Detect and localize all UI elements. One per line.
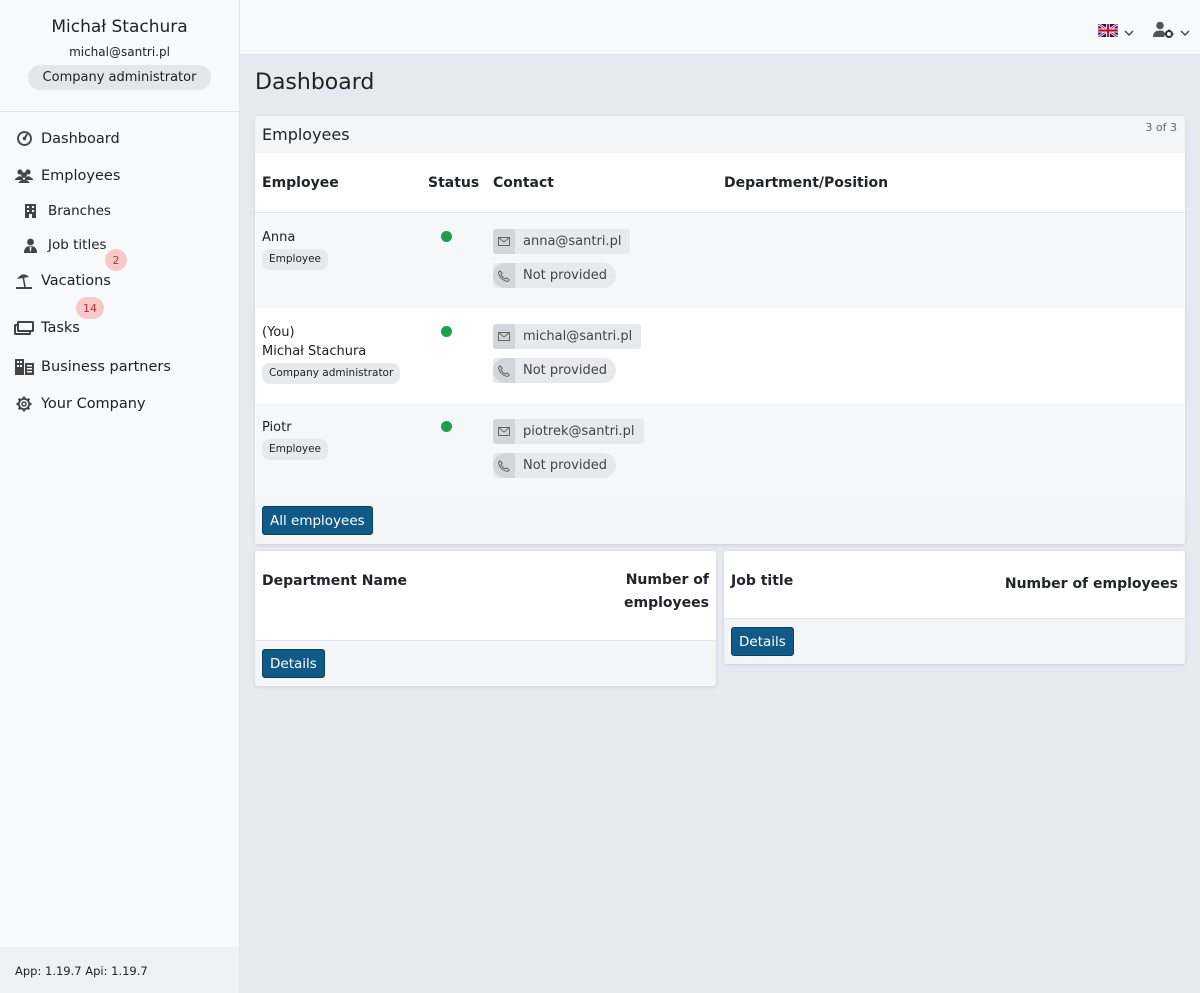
phone-chip: Not provided — [493, 263, 616, 288]
employee-name[interactable]: Piotr — [262, 418, 328, 437]
user-settings-menu[interactable] — [1153, 21, 1190, 42]
employee-cell: Piotr Employee — [262, 418, 329, 460]
sidebar: Michał Stachura michal@santri.pl Company… — [0, 0, 240, 993]
envelope-icon — [493, 324, 515, 349]
sidebar-item-label: Business partners — [41, 358, 171, 375]
phone-chip: Not provided — [493, 453, 616, 478]
phone-icon — [493, 453, 515, 478]
sidebar-item-vacations[interactable]: Vacations 2 — [0, 249, 239, 299]
column-header-number-of-employees[interactable]: Number of employees — [1005, 573, 1178, 596]
sidebar-item-label: Your Company — [41, 395, 146, 412]
job-titles-card: Job title Number of employees Details — [724, 551, 1185, 664]
job-titles-details-button[interactable]: Details — [731, 627, 794, 656]
column-header-department-name[interactable]: Department Name — [262, 573, 407, 589]
employee-cell: Anna Employee — [262, 228, 329, 270]
column-header-employee[interactable]: Employee — [262, 175, 339, 191]
sidebar-item-label: Branches — [48, 203, 111, 219]
email-chip[interactable]: piotrek@santri.pl — [493, 419, 644, 444]
all-employees-button[interactable]: All employees — [262, 506, 373, 535]
business-building-icon — [14, 357, 34, 377]
envelope-icon — [493, 229, 515, 254]
employee-name[interactable]: Michał Stachura — [262, 342, 400, 361]
email-chip[interactable]: anna@santri.pl — [493, 229, 631, 254]
user-email: michal@santri.pl — [69, 45, 170, 59]
umbrella-beach-icon — [14, 271, 34, 291]
sidebar-item-dashboard[interactable]: Dashboard — [0, 120, 239, 157]
sidebar-item-employees[interactable]: Employees — [0, 157, 239, 194]
envelope-icon — [493, 419, 515, 444]
employee-count: 3 of 3 — [1145, 121, 1177, 134]
column-header-job-title[interactable]: Job title — [731, 573, 793, 589]
version-info: App: 1.19.7 Api: 1.19.7 — [0, 947, 239, 993]
card-header: Employees 3 of 3 — [255, 116, 1185, 153]
user-tie-icon — [22, 235, 38, 255]
employee-phone: Not provided — [523, 458, 607, 473]
employee-phone: Not provided — [523, 363, 607, 378]
user-settings-icon — [1153, 21, 1174, 42]
gear-icon — [14, 394, 34, 414]
table-row[interactable]: Piotr Employee piotrek@santri.pl Not pro… — [255, 403, 1185, 498]
phone-chip: Not provided — [493, 358, 616, 383]
page-title: Dashboard — [255, 70, 375, 95]
user-profile: Michał Stachura michal@santri.pl Company… — [0, 0, 239, 112]
card-footer: All employees — [255, 498, 1185, 544]
column-header-department[interactable]: Department/Position — [724, 175, 888, 191]
tasks-icon — [14, 318, 34, 338]
table-header: Employee Status Contact Department/Posit… — [255, 153, 1185, 213]
employee-email: piotrek@santri.pl — [523, 424, 635, 439]
phone-icon — [493, 263, 515, 288]
users-icon — [14, 166, 34, 186]
vacations-count-badge: 2 — [105, 249, 127, 271]
status-indicator — [441, 231, 452, 242]
employees-card: Employees 3 of 3 Employee Status Contact… — [255, 116, 1185, 544]
language-selector[interactable] — [1097, 22, 1134, 41]
phone-icon — [493, 358, 515, 383]
table-row[interactable]: (You) Michał Stachura Company administra… — [255, 308, 1185, 403]
status-indicator — [441, 421, 452, 432]
departments-details-button[interactable]: Details — [262, 649, 325, 678]
sidebar-item-branches[interactable]: Branches — [0, 194, 239, 228]
employee-email: anna@santri.pl — [523, 234, 622, 249]
chevron-down-icon — [1180, 22, 1190, 41]
current-user-marker: (You) — [262, 325, 295, 340]
user-role-badge: Company administrator — [27, 65, 212, 90]
email-chip[interactable]: michal@santri.pl — [493, 324, 642, 349]
sidebar-item-label: Tasks — [41, 319, 80, 336]
card-title: Employees — [262, 125, 350, 144]
status-indicator — [441, 326, 452, 337]
top-bar — [240, 0, 1200, 55]
sidebar-item-label: Job titles — [48, 237, 107, 253]
sidebar-item-label: Dashboard — [41, 130, 120, 147]
sidebar-item-your-company[interactable]: Your Company — [0, 385, 239, 422]
table-row[interactable]: Anna Employee anna@santri.pl Not provide… — [255, 213, 1185, 308]
sidebar-item-business-partners[interactable]: Business partners — [0, 348, 239, 385]
table-header: Job title Number of employees — [724, 551, 1185, 619]
uk-flag-icon — [1097, 22, 1119, 41]
tasks-count-badge: 14 — [76, 297, 104, 319]
chevron-down-icon — [1124, 22, 1134, 41]
gauge-icon — [14, 129, 34, 149]
column-header-status[interactable]: Status — [428, 175, 479, 191]
user-name: Michał Stachura — [51, 17, 188, 37]
card-footer: Details — [724, 619, 1185, 664]
employee-email: michal@santri.pl — [523, 329, 633, 344]
column-header-contact[interactable]: Contact — [493, 175, 554, 191]
sidebar-item-label: Vacations — [41, 272, 111, 289]
card-footer: Details — [255, 641, 716, 686]
header-line: employees — [624, 595, 709, 611]
employee-name[interactable]: Anna — [262, 228, 328, 247]
employee-role-badge: Employee — [262, 249, 329, 270]
employee-role-badge: Employee — [262, 439, 329, 460]
sidebar-item-label: Employees — [41, 167, 121, 184]
sidebar-nav: Dashboard Employees Branches Job titles … — [0, 112, 239, 422]
column-header-number-of-employees[interactable]: Number of employees — [624, 569, 709, 615]
departments-card: Department Name Number of employees Deta… — [255, 551, 716, 686]
employee-cell: (You) Michał Stachura Company administra… — [262, 323, 401, 384]
employee-phone: Not provided — [523, 268, 607, 283]
employee-role-badge: Company administrator — [262, 363, 401, 384]
sidebar-item-tasks[interactable]: Tasks 14 — [0, 297, 239, 348]
building-icon — [22, 201, 38, 221]
table-header: Department Name Number of employees — [255, 551, 716, 641]
header-line: Number of — [625, 572, 709, 588]
